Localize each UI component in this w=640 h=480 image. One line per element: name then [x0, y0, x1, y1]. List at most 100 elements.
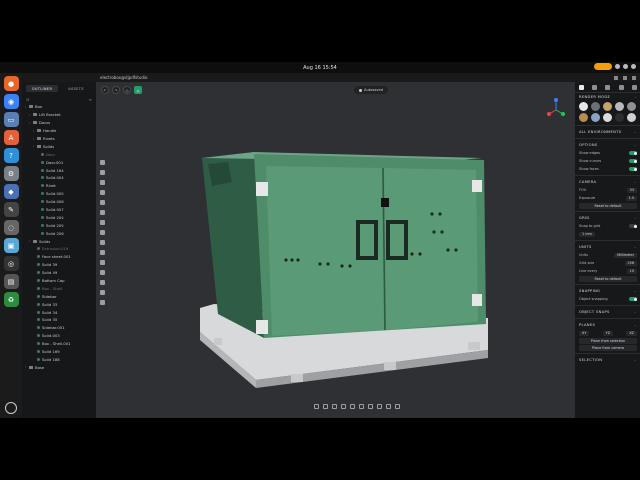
measure-tool-icon[interactable]	[100, 230, 105, 235]
outliner-item[interactable]: › Solids	[22, 142, 96, 150]
outliner-item[interactable]: › Handle	[22, 127, 96, 135]
polygon-tool-icon[interactable]	[100, 210, 105, 215]
circle-tool-icon[interactable]	[100, 190, 105, 195]
outliner-item[interactable]: Solid.006	[22, 198, 96, 206]
recording-indicator[interactable]	[594, 63, 612, 70]
planes-header[interactable]: PLANES ⌄	[575, 321, 640, 329]
shield-tool-icon[interactable]	[100, 220, 105, 225]
render-mode-blue[interactable]	[591, 113, 600, 122]
selection-header[interactable]: SELECTION ⌄	[575, 356, 640, 364]
line-every-field[interactable]: 10	[626, 268, 637, 274]
render-mode-dark[interactable]	[615, 113, 624, 122]
files-icon[interactable]: ▭	[3, 112, 19, 127]
curve-tool-icon[interactable]	[100, 240, 105, 245]
text-tool-icon[interactable]	[100, 280, 105, 285]
plane-yz-button[interactable]: YZ	[602, 330, 614, 336]
units-reset-button[interactable]: Reset to default	[579, 276, 637, 282]
system-tray[interactable]	[594, 63, 636, 70]
sphere-tool-icon[interactable]	[100, 270, 105, 275]
arc-tool-icon[interactable]	[100, 260, 105, 265]
outliner-item[interactable]: Solid.007	[22, 206, 96, 214]
annotate-icon[interactable]	[377, 404, 382, 409]
filter-icon[interactable]: ⊟	[26, 97, 29, 102]
snapping-header[interactable]: SNAPPING ⌄	[575, 287, 640, 295]
outliner-item[interactable]: Solid.004	[22, 174, 96, 182]
outliner-item[interactable]: › Base	[22, 363, 96, 371]
render-mode-chrome[interactable]	[615, 102, 624, 111]
select-tool-icon[interactable]	[100, 160, 105, 165]
settings-tab-icon[interactable]	[631, 84, 637, 90]
view-gizmo[interactable]	[546, 98, 566, 118]
fov-field[interactable]: 33	[626, 187, 637, 193]
view-icon[interactable]	[368, 404, 373, 409]
properties-tab-icon[interactable]	[592, 84, 598, 90]
plane-from-camera-button[interactable]: Plane from camera	[579, 345, 637, 351]
tree-tab-icon[interactable]	[605, 84, 611, 90]
network-icon[interactable]	[615, 64, 620, 69]
measure-icon[interactable]	[359, 404, 364, 409]
power-icon[interactable]	[631, 64, 636, 69]
tab-outliner[interactable]: OUTLINER	[26, 85, 58, 92]
chromium-icon[interactable]: ◉	[3, 94, 19, 109]
outliner-item[interactable]: Solid 204	[22, 213, 96, 221]
3d-viewport[interactable]: ↶ ↷ ◎ ◉ Autosaved	[96, 82, 574, 418]
delete-tool-icon[interactable]	[100, 290, 105, 295]
show-faces-toggle[interactable]	[629, 167, 637, 171]
more-icon[interactable]	[395, 404, 400, 409]
render-tab-icon[interactable]	[579, 84, 585, 90]
render-mode-white[interactable]	[579, 102, 588, 111]
system-clock[interactable]: Aug 16 15:54	[303, 65, 337, 71]
object-snaps-header[interactable]: OBJECT SNAPS ⌄	[575, 308, 640, 316]
document-url[interactable]: electrobox@djpdfstudio	[100, 75, 147, 80]
outliner-item[interactable]: Solid 169	[22, 348, 96, 356]
render-mode-clay[interactable]	[627, 113, 636, 122]
transform-tool-icon[interactable]	[100, 300, 105, 305]
outliner-item[interactable]: › Solids	[22, 237, 96, 245]
outliner-item[interactable]: Solid 35	[22, 316, 96, 324]
trash-icon[interactable]: ♻	[3, 292, 19, 307]
outliner-item[interactable]: Solid 205	[22, 221, 96, 229]
render-mode-header[interactable]: RENDER MODE ⌄	[575, 93, 640, 101]
firefox-icon[interactable]: ●	[3, 76, 19, 91]
help-icon[interactable]: ?	[3, 148, 19, 163]
outliner-item[interactable]: Bottom Cap	[22, 277, 96, 285]
rectangle-tool-icon[interactable]	[100, 200, 105, 205]
settings-icon[interactable]: ⚙	[3, 166, 19, 181]
camera-header[interactable]: CAMERA ⌄	[575, 178, 640, 186]
plane-from-selection-button[interactable]: Plane from selection	[579, 338, 637, 344]
show-curves-toggle[interactable]	[629, 159, 637, 163]
design-app-icon[interactable]: ◆	[3, 184, 19, 199]
screenshot-icon[interactable]: ▣	[3, 238, 19, 253]
outliner-item[interactable]: Door.001	[22, 158, 96, 166]
disk-icon[interactable]: ◌	[3, 220, 19, 235]
outliner-item[interactable]: › Lift Bracket	[22, 111, 96, 119]
plane-xy-button[interactable]: XY	[579, 330, 590, 336]
outliner-item[interactable]: › Doors	[22, 119, 96, 127]
electrical-box-model[interactable]	[96, 82, 574, 418]
outliner-item[interactable]: Sidebar.001	[22, 324, 96, 332]
obs-icon[interactable]: ◎	[3, 256, 19, 271]
render-mode-matte[interactable]	[627, 102, 636, 111]
outliner-item[interactable]: Solid 206	[22, 229, 96, 237]
material-tab-icon[interactable]	[618, 84, 624, 90]
orbit-icon[interactable]	[323, 404, 328, 409]
snap-value-field[interactable]: 1 mm	[579, 231, 595, 237]
outliner-item[interactable]: Solid.003	[22, 332, 96, 340]
outliner-item[interactable]: Solid.005	[22, 190, 96, 198]
export-icon[interactable]	[386, 404, 391, 409]
outliner-item[interactable]: Rivet	[22, 182, 96, 190]
show-apps-icon[interactable]	[5, 402, 17, 414]
door-left[interactable]	[266, 166, 384, 336]
outliner-item[interactable]: Solid 33	[22, 300, 96, 308]
outliner-item[interactable]: Solid 49	[22, 269, 96, 277]
show-edges-toggle[interactable]	[629, 151, 637, 155]
grid-size-field[interactable]: 256	[624, 260, 637, 266]
gimp-icon[interactable]: ✎	[3, 202, 19, 217]
outliner-item[interactable]: › Rivets	[22, 135, 96, 143]
outliner-item[interactable]: Box - Shell.001	[22, 340, 96, 348]
snap-to-grid-toggle[interactable]	[629, 224, 637, 228]
grid-header[interactable]: GRID ⌄	[575, 214, 640, 222]
outliner-item[interactable]: › Box	[22, 103, 96, 111]
padlock-icon[interactable]	[381, 198, 389, 207]
door-right[interactable]	[384, 168, 478, 330]
